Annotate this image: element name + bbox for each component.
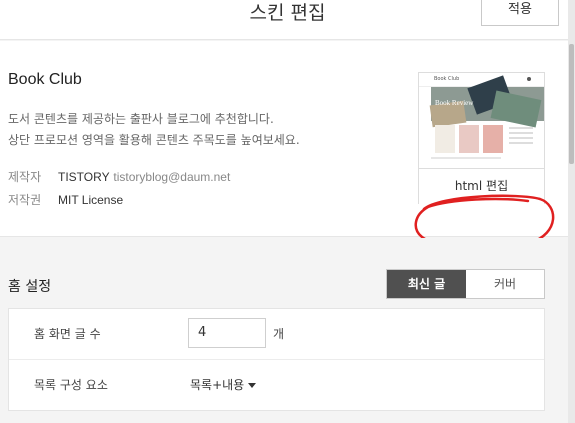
post-count-row: 홈 화면 글 수 4 개	[9, 309, 544, 359]
vertical-scrollbar[interactable]	[568, 0, 575, 423]
post-count-label: 홈 화면 글 수	[34, 327, 101, 341]
thumbnail-menu-icon	[527, 77, 531, 81]
home-settings-title: 홈 설정	[8, 279, 52, 295]
thumbnail-hero-image: Book Review	[429, 75, 544, 128]
maker-name: TISTORY	[58, 170, 110, 184]
maker-row: 제작자 TISTORY tistoryblog@daum.net	[8, 168, 230, 185]
skin-description: 도서 콘텐츠를 제공하는 출판사 블로그에 추천합니다. 상단 프로모션 영역을…	[8, 109, 300, 151]
scrollbar-thumb[interactable]	[569, 44, 574, 164]
home-settings-form: 홈 화면 글 수 4 개 목록 구성 요소 목록+내용	[8, 308, 545, 411]
list-layout-select[interactable]: 목록+내용	[190, 376, 257, 393]
thumbnail-divider	[431, 157, 501, 159]
post-count-input[interactable]: 4	[188, 318, 266, 348]
license-label: 저작권	[8, 193, 42, 207]
thumbnail-text-lines	[509, 127, 533, 147]
maker-label: 제작자	[8, 170, 42, 184]
list-layout-row: 목록 구성 요소 목록+내용	[9, 359, 544, 409]
list-layout-label: 목록 구성 요소	[34, 378, 108, 392]
skin-info-panel: Book Club 도서 콘텐츠를 제공하는 출판사 블로그에 추천합니다. 상…	[0, 41, 568, 250]
chevron-down-icon	[248, 383, 257, 388]
skin-thumbnail: Book Club Book Review	[419, 73, 544, 167]
tab-latest-posts[interactable]: 최신 글	[387, 270, 466, 298]
post-count-unit: 개	[273, 327, 285, 341]
thumbnail-card	[435, 125, 455, 153]
license-row: 저작권 MIT License	[8, 191, 123, 208]
apply-button[interactable]: 적용	[481, 0, 559, 26]
license-value: MIT License	[58, 193, 124, 207]
thumbnail-card	[483, 125, 503, 153]
top-bar: 스킨 편집 적용	[0, 0, 575, 40]
home-type-toggle: 최신 글 커버	[386, 269, 545, 299]
description-line-1: 도서 콘텐츠를 제공하는 출판사 블로그에 추천합니다.	[8, 112, 274, 126]
skin-name: Book Club	[8, 71, 82, 88]
skin-thumbnail-card: Book Club Book Review html 편집	[418, 72, 545, 204]
thumbnail-card	[459, 125, 479, 153]
description-line-2: 상단 프로모션 영역을 활용해 콘텐츠 주목도를 높여보세요.	[8, 133, 300, 147]
list-layout-value: 목록+내용	[190, 378, 245, 392]
thumbnail-site-title: Book Club	[434, 76, 460, 82]
book-shape	[490, 90, 542, 128]
home-settings-section: 홈 설정 최신 글 커버 홈 화면 글 수 4 개 목록 구성 요소 목록+내용	[0, 238, 568, 423]
thumbnail-hero-text: Book Review	[435, 99, 474, 107]
html-edit-button[interactable]: html 편집	[419, 168, 544, 204]
maker-email: tistoryblog@daum.net	[113, 170, 231, 184]
tab-cover[interactable]: 커버	[466, 270, 544, 298]
